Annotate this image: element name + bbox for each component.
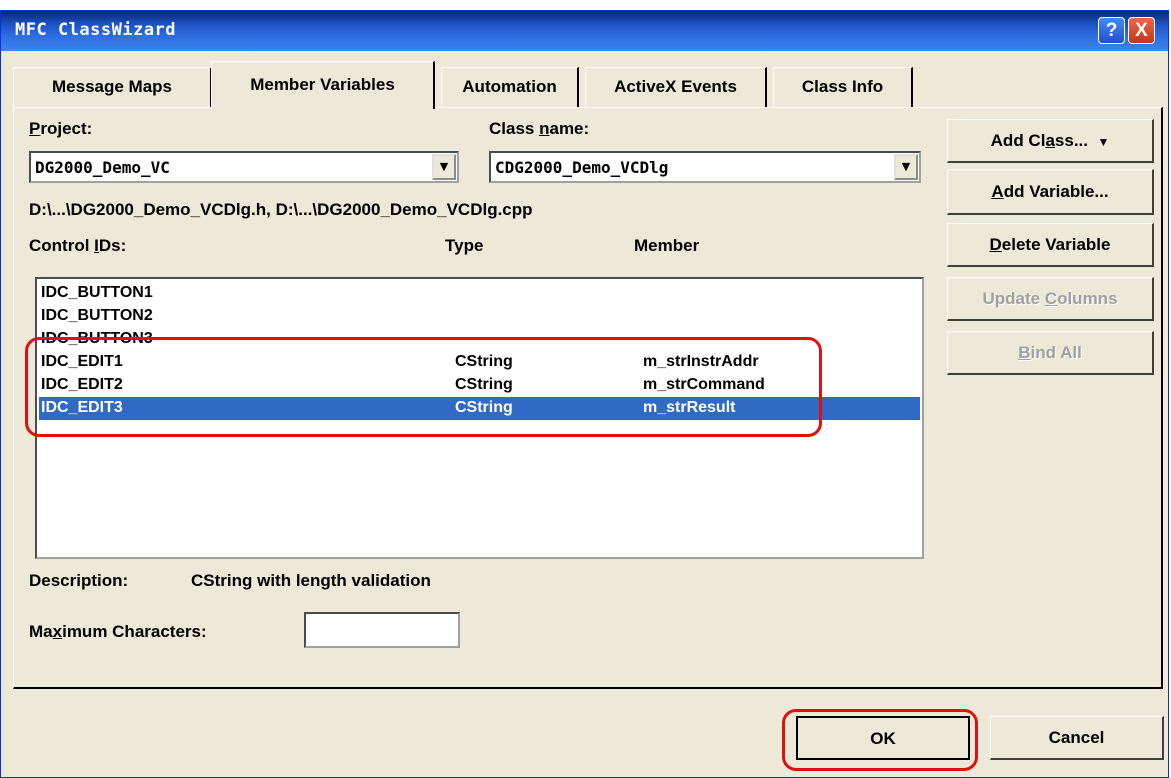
tab-message-maps[interactable]: Message Maps	[13, 67, 212, 107]
max-characters-label: Maximum Characters:	[29, 622, 207, 641]
bind-all-button[interactable]: Bind All	[947, 331, 1154, 375]
chevron-down-icon[interactable]: ▼	[432, 154, 456, 180]
update-columns-button[interactable]: Update Columns	[947, 277, 1154, 321]
project-label: Project:	[29, 119, 93, 138]
highlight-box-ok	[782, 709, 978, 771]
project-combo[interactable]: DG2000_Demo_VC ▼	[29, 151, 459, 183]
tab-activex-events[interactable]: ActiveX Events	[585, 67, 767, 107]
tab-automation[interactable]: Automation	[441, 67, 579, 107]
title-bar[interactable]: MFC ClassWizard ? X	[1, 11, 1168, 51]
delete-variable-button[interactable]: Delete Variable	[947, 223, 1154, 267]
class-name-combo[interactable]: CDG2000_Demo_VCDlg ▼	[489, 151, 921, 183]
list-item[interactable]: IDC_BUTTON1	[39, 282, 920, 305]
chevron-down-icon[interactable]: ▼	[894, 154, 918, 180]
add-variable-button[interactable]: Add Variable...	[947, 169, 1154, 215]
member-header: Member	[634, 236, 700, 255]
list-item[interactable]: IDC_BUTTON2	[39, 305, 920, 328]
cancel-button[interactable]: Cancel	[990, 716, 1164, 760]
type-header: Type	[445, 236, 484, 255]
description-label: Description:	[29, 571, 129, 590]
class-name-label: Class name:	[489, 119, 590, 138]
classwizard-window: MFC ClassWizard ? X Message Maps Member …	[0, 10, 1169, 778]
header-files-path: D:\...\DG2000_Demo_VCDlg.h, D:\...\DG200…	[29, 200, 533, 219]
chevron-down-icon: ▼	[1097, 135, 1110, 149]
description-value: CString with length validation	[191, 571, 431, 590]
tab-class-info[interactable]: Class Info	[773, 67, 913, 107]
help-button[interactable]: ?	[1098, 17, 1125, 44]
project-value: DG2000_Demo_VC	[35, 158, 170, 177]
close-button[interactable]: X	[1128, 17, 1155, 44]
max-characters-input[interactable]	[304, 612, 460, 648]
class-name-value: CDG2000_Demo_VCDlg	[495, 158, 669, 177]
window-title: MFC ClassWizard	[15, 20, 177, 40]
add-class-button[interactable]: Add Class... ▼	[947, 119, 1154, 163]
tab-member-variables[interactable]: Member Variables	[211, 61, 435, 109]
control-ids-header: Control IDs:	[29, 236, 127, 255]
highlight-box-edit-rows	[25, 337, 822, 437]
